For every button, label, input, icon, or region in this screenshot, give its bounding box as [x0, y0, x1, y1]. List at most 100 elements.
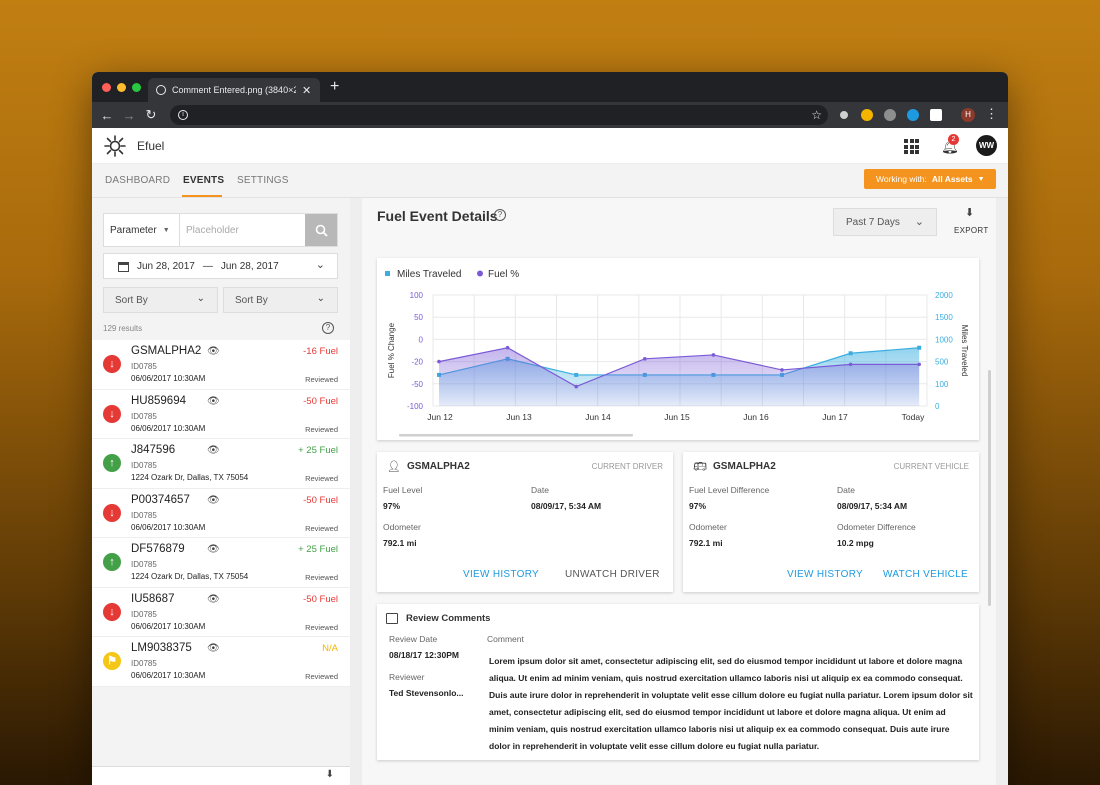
event-list: ↓ GSMALPHA2 👁︎ -16 Fuel ID0785 06/06/2017 10:…	[92, 340, 350, 687]
download-icon[interactable]: ⬇	[965, 206, 974, 219]
eye-icon[interactable]: 👁︎	[207, 544, 220, 555]
bookmark-star-icon[interactable]: ☆	[811, 108, 822, 122]
event-list-item[interactable]: ↓ IU58687 👁︎ -50 Fuel ID0785 06/06/2017 10:30…	[92, 587, 350, 637]
fuel-chart-card: Miles Traveled Fuel % 100 50 0 -20 -50 -100 2000…	[377, 258, 979, 440]
x-tick-label: Jun 15	[664, 412, 690, 422]
fuel-level-label: Fuel Level	[383, 485, 423, 495]
forward-arrow-icon[interactable]: →	[118, 108, 140, 123]
event-details-panel: Fuel Event Details ? Past 7 Days ⌄ ⬇ EXP…	[362, 198, 996, 785]
extension-icon[interactable]	[930, 109, 942, 121]
eye-icon[interactable]: 👁︎	[207, 346, 220, 357]
download-icon[interactable]: ⬇	[326, 769, 334, 780]
fuel-diff-label: Fuel Level Difference	[689, 485, 770, 495]
user-avatar[interactable]: WW	[976, 135, 997, 156]
eye-icon[interactable]: 👁︎	[207, 396, 220, 407]
minimize-window-button[interactable]	[117, 83, 126, 92]
event-id: ID0785	[131, 609, 157, 619]
event-id: ID0785	[131, 411, 157, 421]
vehicle-card: 🚌︎ GSMALPHA2 CURRENT VEHICLE Fuel Level …	[683, 452, 979, 592]
y-left-tick-label: -100	[407, 402, 424, 411]
odometer-value: 792.1 mi	[689, 538, 723, 548]
tab-dashboard[interactable]: DASHBOARD	[105, 175, 170, 186]
event-status: Reviewed	[305, 573, 338, 582]
event-asset-name: LM9038375	[131, 642, 192, 654]
address-bar[interactable]: i ☆	[170, 105, 828, 125]
browser-tab[interactable]: Comment Entered.png (3840×2160) ✕	[148, 78, 320, 102]
eye-icon[interactable]: 👁︎	[207, 445, 220, 456]
y-right-tick-label: 0	[935, 402, 940, 411]
fuel-point	[574, 384, 578, 389]
period-select[interactable]: Past 7 Days ⌄	[833, 208, 937, 236]
export-button[interactable]: EXPORT	[954, 226, 989, 235]
arrow-down-icon: ↓	[103, 404, 121, 423]
working-with-dropdown[interactable]: Working with: All Assets ▼	[864, 169, 996, 189]
event-fuel-value: -50 Fuel	[303, 593, 338, 605]
arrow-up-icon: ↑	[103, 454, 121, 472]
tab-settings[interactable]: SETTINGS	[237, 175, 289, 186]
event-list-item[interactable]: ↑ J847596 👁︎ + 25 Fuel ID0785 1224 Ozark Dr, …	[92, 439, 350, 489]
fuel-chart: Miles Traveled Fuel %100500-20-50-1002000…	[385, 269, 969, 437]
scrollbar[interactable]	[988, 370, 991, 606]
event-asset-name: GSMALPHA2	[131, 345, 202, 357]
y-right-tick-label: 100	[935, 380, 949, 389]
back-arrow-icon[interactable]: ←	[96, 108, 118, 123]
eye-icon[interactable]: 👁︎	[207, 495, 220, 506]
extension-icon[interactable]	[838, 109, 850, 121]
extension-icon[interactable]	[907, 109, 919, 121]
new-tab-button[interactable]: +	[330, 78, 339, 96]
arrow-down-icon: ↓	[103, 355, 121, 373]
date-separator: —	[202, 260, 213, 272]
search-row: Parameter ▼ Placeholder	[103, 213, 338, 247]
globe-icon	[156, 85, 166, 95]
help-icon[interactable]: ?	[494, 209, 506, 221]
event-list-item[interactable]: ⚑ LM9038375 👁︎ N/A ID0785 06/06/2017 10:30AM R…	[92, 637, 350, 687]
date-range-picker[interactable]: Jun 28, 2017 — Jun 28, 2017 ⌄	[103, 253, 338, 279]
notification-badge: 2	[948, 134, 959, 145]
help-icon[interactable]: ?	[322, 322, 334, 334]
menu-kebab-icon[interactable]: ⋮	[985, 106, 998, 122]
watch-vehicle-button[interactable]: WATCH VEHICLE	[883, 569, 968, 580]
extension-icon[interactable]	[861, 109, 873, 121]
eye-icon[interactable]: 👁︎	[207, 643, 220, 654]
search-input[interactable]: Placeholder	[180, 214, 305, 246]
parameter-select[interactable]: Parameter ▼	[104, 214, 180, 246]
apps-grid-icon[interactable]	[904, 139, 919, 154]
y-right-axis-label: Miles Traveled	[960, 325, 969, 377]
events-sidebar: Parameter ▼ Placeholder Jun 28, 2017 — J…	[92, 198, 350, 785]
sort-by-select-1[interactable]: Sort By ⌄	[103, 287, 218, 313]
event-detail: 06/06/2017 10:30AM	[131, 522, 206, 532]
app-header: Efuel 🔔︎ 2 WW	[92, 128, 1008, 164]
event-asset-name: IU58687	[131, 592, 175, 605]
profile-icon[interactable]: H	[961, 108, 975, 122]
event-list-item[interactable]: ↑ DF576879 👁︎ + 25 Fuel ID0785 1224 Ozark Dr,…	[92, 538, 350, 588]
miles-point	[574, 372, 579, 377]
extension-icon[interactable]	[884, 109, 896, 121]
event-detail: 1224 Ozark Dr, Dallas, TX 75054	[131, 473, 249, 482]
reload-icon[interactable]: ↻	[140, 107, 162, 123]
tab-events[interactable]: EVENTS	[183, 175, 224, 186]
fuel-point	[711, 353, 716, 357]
tab-close-icon[interactable]: ✕	[302, 84, 311, 97]
comment-label: Comment	[487, 634, 524, 644]
event-id: ID0785	[131, 659, 157, 668]
event-list-item[interactable]: ↓ P00374657 👁︎ -50 Fuel ID0785 06/06/2017 10:…	[92, 488, 350, 538]
event-list-item[interactable]: ↓ HU859694 👁︎ -50 Fuel ID0785 06/06/2017 10:3…	[92, 389, 350, 439]
search-button[interactable]	[305, 214, 337, 246]
review-date-value: 08/18/17 12:30PM	[389, 650, 459, 660]
sort-by-select-2[interactable]: Sort By ⌄	[223, 287, 338, 313]
eye-icon[interactable]: 👁︎	[207, 594, 220, 605]
fuel-diff-value: 97%	[689, 501, 707, 511]
view-history-button[interactable]: VIEW HISTORY	[787, 569, 863, 580]
miles-point	[848, 351, 853, 356]
event-list-item[interactable]: ↓ GSMALPHA2 👁︎ -16 Fuel ID0785 06/06/2017 10:…	[92, 340, 350, 390]
caret-down-icon: ▼	[162, 226, 170, 234]
event-id: ID0785	[131, 510, 157, 520]
maximize-window-button[interactable]	[132, 83, 141, 92]
info-icon[interactable]: i	[178, 110, 188, 120]
close-window-button[interactable]	[102, 83, 111, 92]
event-status: Reviewed	[305, 474, 338, 483]
odometer-diff-value: 10.2 mpg	[837, 538, 874, 548]
view-history-button[interactable]: VIEW HISTORY	[463, 569, 539, 580]
unwatch-driver-button[interactable]: UNWATCH DRIVER	[565, 569, 660, 580]
vehicle-role: CURRENT VEHICLE	[893, 462, 969, 471]
